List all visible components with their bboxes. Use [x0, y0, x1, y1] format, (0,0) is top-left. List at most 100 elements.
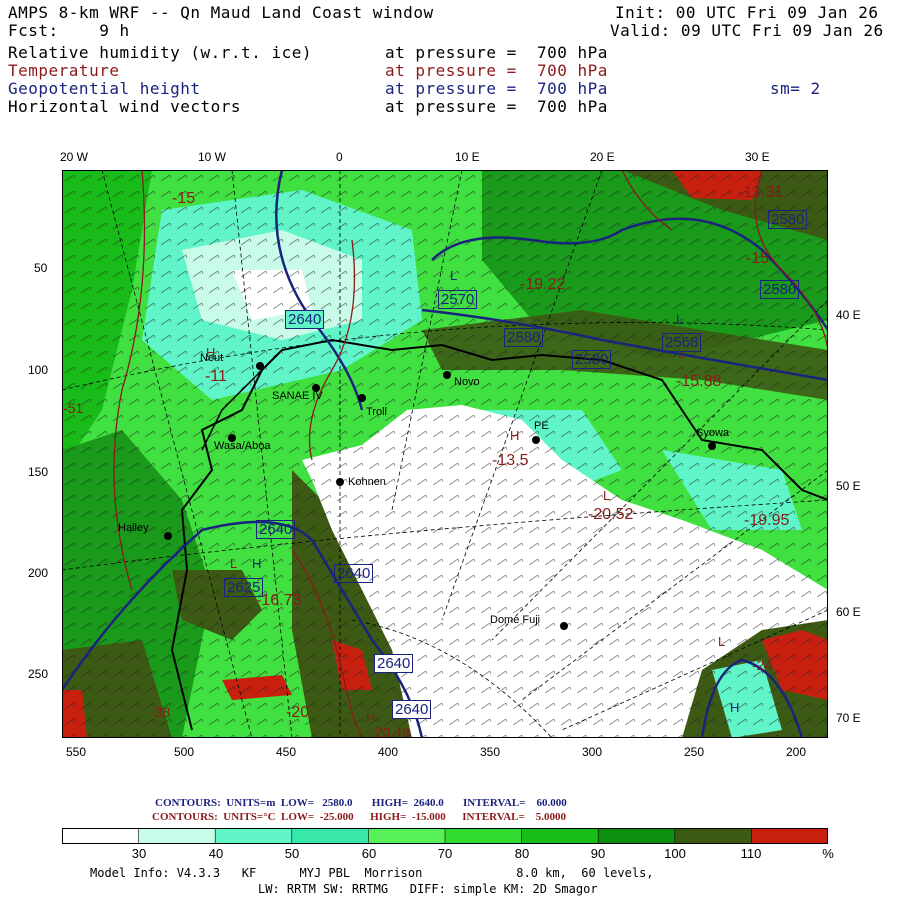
height-label: 2580	[760, 280, 800, 299]
colorbar-unit: %	[822, 846, 834, 861]
extremum-mark: H	[206, 345, 216, 360]
extremum-mark: L	[678, 346, 686, 361]
lon-label-30e: 30 E	[745, 150, 770, 164]
colorbar-cell	[597, 828, 676, 844]
lon-label-20w: 20 W	[60, 150, 89, 164]
height-label: 2640	[256, 520, 296, 539]
x-tick-550: 550	[66, 745, 87, 759]
lon-label-10w: 10 W	[198, 150, 227, 164]
height-label: 2640	[285, 310, 325, 329]
temp-label: -13.5	[492, 452, 529, 469]
station-novo: Novo	[454, 376, 480, 388]
station-kohnen: Kohnen	[348, 476, 386, 488]
colorbar-label: 50	[284, 846, 300, 861]
lon-label-50e: 50 E	[836, 479, 861, 493]
station-sanae: SANAE IV	[272, 390, 323, 402]
y-tick-250: 250	[28, 667, 49, 681]
field-height-level: at pressure = 700 hPa	[385, 79, 608, 98]
colorbar-cell	[521, 828, 600, 844]
colorbar-cell	[138, 828, 216, 844]
lon-label-20e: 20 E	[590, 150, 615, 164]
extremum-mark: L	[230, 556, 238, 571]
model-physics: LW: RRTM SW: RRTMG DIFF: simple KM: 2D S…	[258, 882, 598, 896]
extremum-mark: H	[730, 700, 740, 715]
colorbar-cell	[444, 828, 523, 844]
extremum-mark: H	[252, 556, 262, 571]
extremum-mark: H	[510, 428, 520, 443]
colorbar-label: 70	[437, 846, 453, 861]
temp-label: -15.88	[676, 373, 722, 390]
colorbar-cell	[214, 828, 293, 844]
valid-time: Valid: 09 UTC Fri 09 Jan 26	[610, 21, 884, 40]
temp-label: -38	[150, 704, 171, 720]
extremum-mark: H	[366, 710, 376, 725]
y-tick-50: 50	[34, 261, 48, 275]
height-label: 2580	[572, 350, 612, 369]
temp-label: -15	[746, 250, 770, 267]
temp-label: -20.52	[588, 506, 634, 523]
x-tick-500: 500	[174, 745, 195, 759]
field-rh-level: at pressure = 700 hPa	[385, 43, 608, 62]
field-wind-level: at pressure = 700 hPa	[385, 97, 608, 116]
contour-info-temp: CONTOURS: UNITS=°C LOW= -25.000 HIGH= -1…	[152, 811, 567, 823]
temp-label: -16.73	[256, 592, 302, 609]
colorbar-label: 80	[514, 846, 530, 861]
lon-label-40e: 40 E	[836, 308, 861, 322]
extremum-mark: L	[676, 312, 684, 327]
forecast-hour: Fcst: 9 h	[8, 21, 130, 40]
height-label: 2640	[334, 564, 374, 583]
init-time: Init: 00 UTC Fri 09 Jan 26	[615, 3, 879, 22]
extremum-mark: L	[603, 488, 611, 503]
temp-label: -20.49	[370, 724, 410, 740]
x-tick-200: 200	[786, 745, 807, 759]
station-pe: PE	[534, 420, 549, 432]
lon-label-10e: 10 E	[455, 150, 480, 164]
temp-label: -15	[172, 190, 196, 207]
smoothing-label: sm= 2	[770, 79, 821, 98]
map-panel	[62, 170, 828, 738]
colorbar-cell	[291, 828, 370, 844]
y-tick-200: 200	[28, 566, 49, 580]
field-temp-level: at pressure = 700 hPa	[385, 61, 608, 80]
field-temp-name: Temperature	[8, 61, 120, 80]
x-tick-350: 350	[480, 745, 501, 759]
colorbar-cell	[368, 828, 446, 844]
colorbar-label: 40	[208, 846, 224, 861]
map-title: AMPS 8-km WRF -- Qn Maud Land Coast wind…	[8, 3, 434, 22]
x-tick-400: 400	[378, 745, 399, 759]
lon-label-60e: 60 E	[836, 605, 861, 619]
y-tick-100: 100	[28, 363, 49, 377]
station-troll: Troll	[366, 406, 387, 418]
colorbar	[62, 828, 828, 844]
colorbar-cell	[751, 828, 828, 844]
station-halley: Halley	[118, 522, 149, 534]
field-rh-name: Relative humidity (w.r.t. ice)	[8, 43, 312, 62]
station-wasa: Wasa/Aboa	[214, 440, 271, 452]
height-label: 2640	[374, 654, 414, 673]
colorbar-cell	[674, 828, 753, 844]
lon-label-70e: 70 E	[836, 711, 861, 725]
temp-label: -11	[205, 368, 227, 385]
y-tick-150: 150	[28, 465, 49, 479]
height-label: 2580	[504, 328, 544, 347]
colorbar-label: 100	[664, 846, 686, 861]
contour-info-height: CONTOURS: UNITS=m LOW= 2580.0 HIGH= 2640…	[155, 797, 567, 809]
x-tick-250: 250	[684, 745, 705, 759]
temp-label: -19.95	[744, 512, 790, 529]
height-label: 2580	[768, 210, 808, 229]
field-height-name: Geopotential height	[8, 79, 201, 98]
extremum-mark: L	[450, 268, 458, 283]
temp-label: -20	[286, 704, 310, 721]
extremum-mark: L	[718, 634, 726, 649]
colorbar-cell	[62, 828, 140, 844]
height-label: 2570	[438, 290, 478, 309]
colorbar-label: 30	[131, 846, 147, 861]
field-wind-name: Horizontal wind vectors	[8, 97, 242, 116]
x-tick-450: 450	[276, 745, 297, 759]
colorbar-label: 110	[740, 846, 762, 861]
temp-label: -51	[63, 400, 84, 416]
model-info: Model Info: V4.3.3 KF MYJ PBL Morrison 8…	[90, 866, 654, 880]
colorbar-label: 90	[590, 846, 606, 861]
height-label: 2640	[392, 700, 432, 719]
x-tick-300: 300	[582, 745, 603, 759]
